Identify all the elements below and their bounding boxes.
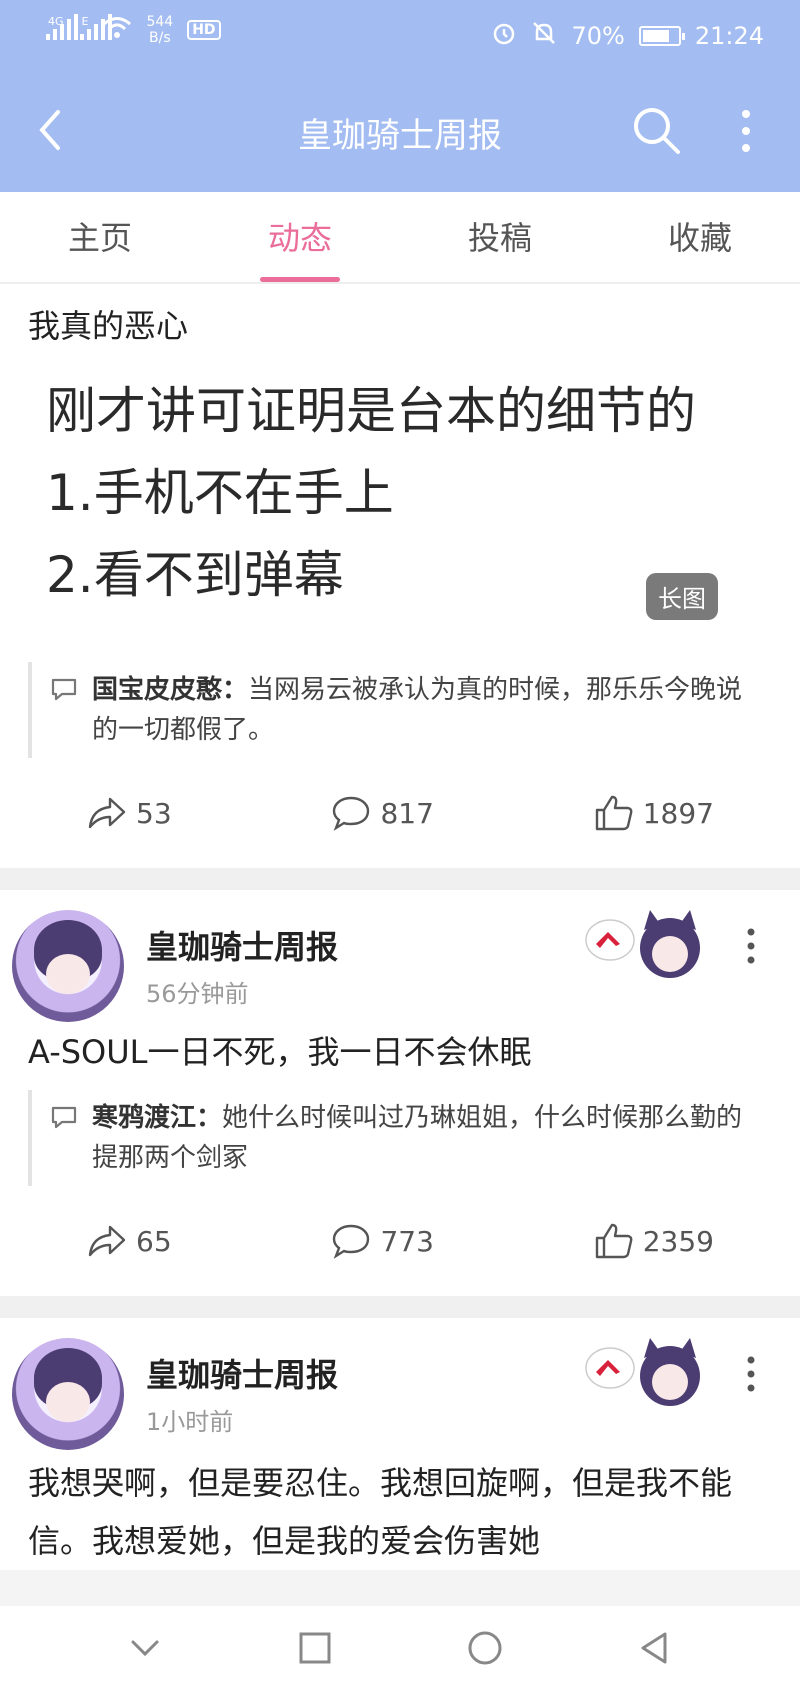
like-button[interactable]: 1897 bbox=[593, 793, 714, 833]
share-count: 53 bbox=[136, 796, 172, 830]
more-menu-icon[interactable] bbox=[736, 106, 756, 156]
nav-header: 皇珈骑士周报 bbox=[0, 90, 800, 170]
tab-favorites[interactable]: 收藏 bbox=[600, 192, 800, 282]
post-image[interactable]: 刚才讲可证明是台本的细节的 1.手机不在手上 2.看不到弹幕 长图 bbox=[36, 370, 764, 640]
post-more-icon[interactable] bbox=[744, 1354, 758, 1394]
post-author[interactable]: 皇珈骑士周报 bbox=[146, 922, 338, 968]
wifi-icon bbox=[102, 16, 132, 44]
post-more-icon[interactable] bbox=[744, 926, 758, 966]
tab-home[interactable]: 主页 bbox=[0, 192, 200, 282]
mute-bell-icon bbox=[531, 20, 557, 52]
share-icon bbox=[88, 1225, 126, 1257]
tab-submit[interactable]: 投稿 bbox=[400, 192, 600, 282]
share-button[interactable]: 65 bbox=[86, 1221, 172, 1261]
comment-count: 817 bbox=[380, 796, 434, 830]
net-speed: 544 B/s bbox=[146, 14, 173, 46]
post-actions: 53 817 1897 bbox=[0, 758, 800, 868]
post-card[interactable]: 我真的恶心 刚才讲可证明是台本的细节的 1.手机不在手上 2.看不到弹幕 长图 … bbox=[0, 286, 800, 868]
long-image-badge: 长图 bbox=[646, 573, 718, 620]
post-text: 我想哭啊，但是要忍住。我想回旋啊，但是我不能信。我想爱她，但是我的爱会伤害她 bbox=[28, 1464, 733, 1560]
thumbs-up-icon bbox=[595, 795, 633, 831]
post-card[interactable]: 皇珈骑士周报 1小时前 我想哭啊，但是要忍住。我想回旋啊，但是我不能信。我想爱她… bbox=[0, 1318, 800, 1570]
hot-comment[interactable]: 寒鸦渡江：她什么时候叫过乃琳姐姐，什么时候那么勤的提那两个剑冢 bbox=[28, 1090, 772, 1186]
divider bbox=[0, 868, 800, 890]
comment-button[interactable]: 773 bbox=[330, 1221, 434, 1261]
feed-list[interactable]: 我真的恶心 刚才讲可证明是台本的细节的 1.手机不在手上 2.看不到弹幕 长图 … bbox=[0, 286, 800, 1606]
share-button[interactable]: 53 bbox=[86, 793, 172, 833]
app-header-background: 4G E 544 B/s HD 70% 21:24 皇珈骑士周报 bbox=[0, 0, 800, 192]
thumbs-up-icon bbox=[595, 1223, 633, 1259]
post-text: 我真的恶心 bbox=[28, 307, 189, 345]
search-icon[interactable] bbox=[630, 104, 682, 156]
battery-percent: 70% bbox=[571, 22, 625, 50]
home-circle-icon[interactable] bbox=[465, 1628, 505, 1668]
comment-bubble-icon bbox=[51, 1106, 77, 1129]
like-count: 2359 bbox=[642, 1224, 714, 1258]
post-author[interactable]: 皇珈骑士周报 bbox=[146, 1350, 338, 1396]
avatar-pendant-icon bbox=[585, 1338, 700, 1406]
divider bbox=[0, 1296, 800, 1318]
net-speed-value: 544 bbox=[146, 14, 174, 30]
image-text-line: 刚才讲可证明是台本的细节的 bbox=[46, 382, 696, 440]
share-icon bbox=[88, 797, 126, 829]
battery-icon bbox=[638, 26, 685, 46]
status-bar: 4G E 544 B/s HD 70% 21:24 bbox=[0, 0, 800, 70]
alarm-icon bbox=[491, 20, 517, 52]
post-actions: 65 773 2359 bbox=[0, 1186, 800, 1296]
image-text-line: 1.手机不在手上 bbox=[46, 464, 394, 522]
like-count: 1897 bbox=[642, 796, 714, 830]
hd-badge: HD bbox=[187, 20, 221, 40]
clock: 21:24 bbox=[694, 22, 764, 50]
avatar[interactable] bbox=[12, 910, 124, 1022]
comment-count: 773 bbox=[380, 1224, 434, 1258]
comment-icon bbox=[333, 1224, 370, 1259]
comment-button[interactable]: 817 bbox=[330, 793, 434, 833]
comment-bubble-icon bbox=[51, 678, 77, 701]
net-speed-unit: B/s bbox=[149, 30, 171, 46]
hot-comment[interactable]: 国宝皮皮憨：当网易云被承认为真的时候，那乐乐今晚说的一切都假了。 bbox=[28, 662, 772, 758]
network-type-a: 4G bbox=[48, 14, 64, 28]
back-triangle-icon[interactable] bbox=[635, 1628, 675, 1668]
post-time: 56分钟前 bbox=[146, 980, 249, 1008]
post-card[interactable]: 皇珈骑士周报 56分钟前 A-SOUL一日不死，我一日不会休眠 寒鸦渡江：她什么… bbox=[0, 890, 800, 1296]
tab-feed[interactable]: 动态 bbox=[200, 192, 400, 282]
network-type-b: E bbox=[81, 14, 89, 28]
collapse-chevron-icon[interactable] bbox=[125, 1628, 165, 1668]
like-button[interactable]: 2359 bbox=[593, 1221, 714, 1261]
system-nav-bar bbox=[0, 1606, 800, 1689]
post-text: A-SOUL一日不死，我一日不会休眠 bbox=[28, 1033, 532, 1071]
comment-icon bbox=[333, 796, 370, 831]
recents-square-icon[interactable] bbox=[295, 1628, 335, 1668]
comment-author: 国宝皮皮憨： bbox=[92, 675, 249, 705]
post-time: 1小时前 bbox=[146, 1408, 234, 1436]
avatar[interactable] bbox=[12, 1338, 124, 1450]
share-count: 65 bbox=[136, 1224, 172, 1258]
tab-bar: 主页 动态 投稿 收藏 bbox=[0, 192, 800, 284]
avatar-pendant-icon bbox=[585, 910, 700, 978]
comment-author: 寒鸦渡江： bbox=[92, 1103, 223, 1133]
